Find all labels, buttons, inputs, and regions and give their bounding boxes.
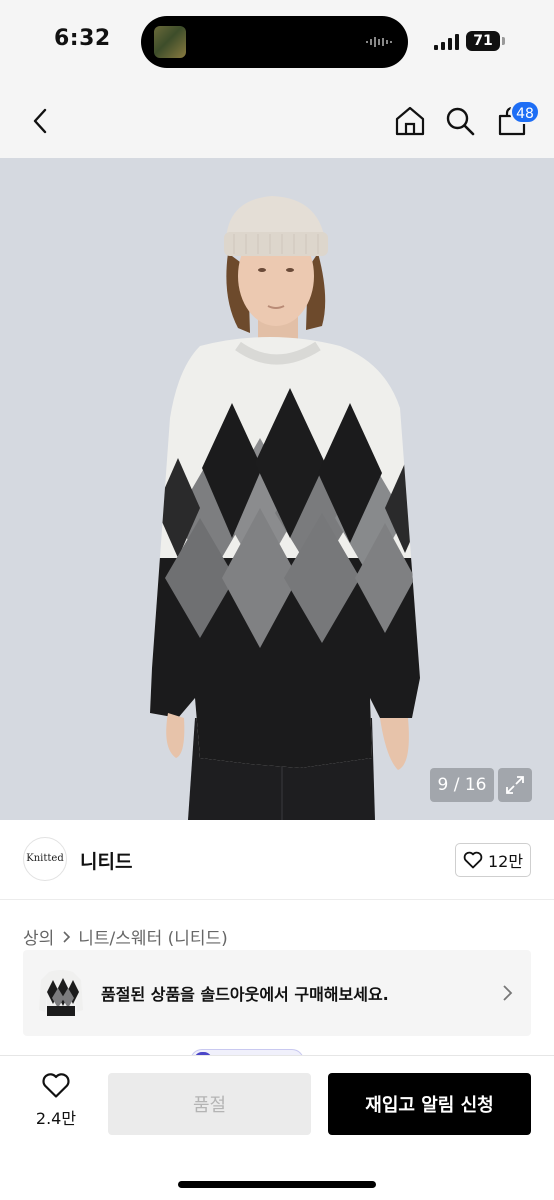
- soldout-banner-text: 품절된 상품을 솔드아웃에서 구매해보세요.: [101, 985, 389, 1004]
- brand-row: Knitted 니티드 12만: [0, 820, 554, 900]
- home-button[interactable]: [392, 84, 428, 158]
- nav-bar: [0, 84, 554, 158]
- dynamic-island[interactable]: [141, 16, 408, 68]
- breadcrumb-subcategory[interactable]: 니트/스웨터 (니티드): [78, 924, 228, 949]
- battery-tip: [502, 37, 505, 45]
- expand-image-button[interactable]: [498, 768, 532, 802]
- battery-icon: 71: [466, 31, 500, 51]
- status-time: 6:32: [54, 26, 111, 51]
- home-icon: [395, 106, 425, 136]
- cart-count-badge: 48: [510, 100, 540, 124]
- brand-like-button[interactable]: 12만: [455, 843, 531, 877]
- image-counter: 9 / 16: [430, 768, 494, 802]
- expand-icon: [506, 776, 524, 794]
- product-photo: [0, 158, 554, 820]
- home-indicator: [178, 1181, 376, 1188]
- audio-waveform-icon: [366, 37, 392, 47]
- status-bar: 6:32 71: [0, 0, 554, 84]
- wishlist-count: 2.4만: [35, 1109, 77, 1128]
- restock-alert-button[interactable]: 재입고 알림 신청: [328, 1073, 531, 1135]
- chevron-right-icon: [63, 930, 71, 943]
- wishlist-button[interactable]: 2.4만: [26, 1072, 86, 1136]
- brand-logo[interactable]: Knitted: [23, 837, 67, 881]
- chevron-right-icon: [503, 985, 513, 1001]
- breadcrumb-category[interactable]: 상의: [23, 924, 54, 949]
- search-icon: [446, 107, 475, 136]
- cellular-signal-icon: [434, 34, 459, 50]
- chevron-left-icon: [33, 108, 47, 134]
- back-button[interactable]: [24, 84, 56, 158]
- product-image-carousel[interactable]: [0, 158, 554, 820]
- soldout-banner[interactable]: 품절된 상품을 솔드아웃에서 구매해보세요.: [23, 950, 531, 1036]
- brand-name[interactable]: 니티드: [80, 847, 132, 874]
- soldout-button: 품절: [108, 1073, 311, 1135]
- sweater-thumbnail: [39, 970, 83, 1016]
- heart-icon: [42, 1073, 70, 1098]
- search-button[interactable]: [442, 84, 478, 158]
- heart-icon: [463, 851, 483, 869]
- now-playing-artwork: [154, 26, 186, 58]
- brand-like-count: 12만: [487, 852, 524, 871]
- breadcrumb: 상의 니트/스웨터 (니티드): [23, 924, 228, 949]
